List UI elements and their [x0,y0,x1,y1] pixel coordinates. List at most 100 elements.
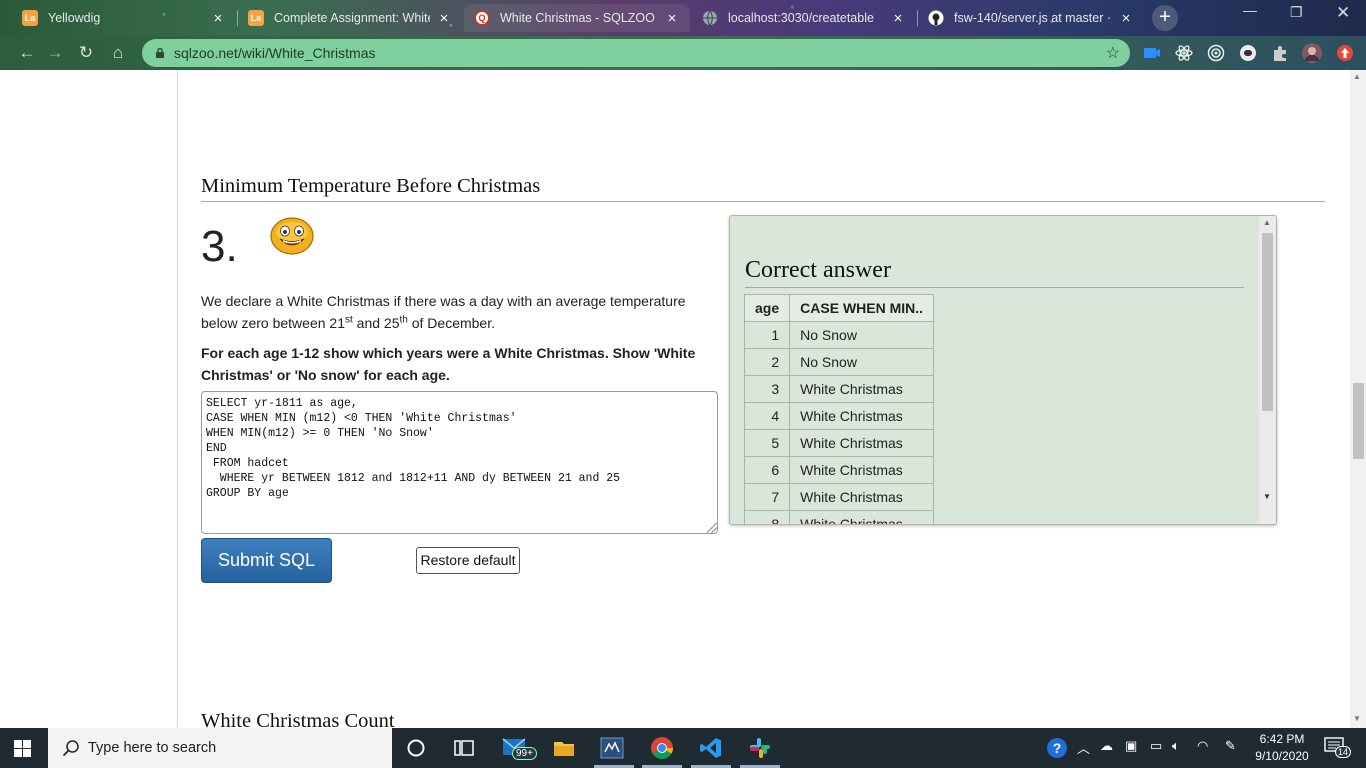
resize-grip-icon[interactable] [707,523,717,533]
svg-text:?: ? [1053,740,1062,756]
tab-white-christmas-sqlzoo[interactable]: Q White Christmas - SQLZOO × [464,4,690,32]
profile-avatar-icon[interactable] [1302,43,1322,63]
tab-close-icon[interactable]: × [1118,10,1134,27]
age-cell: 7 [743,483,791,511]
url-text: sqlzoo.net/wiki/White_Christmas [174,45,376,61]
table-row: 7 White Christmas [743,483,935,511]
onedrive-icon[interactable]: ☁ [1100,738,1113,754]
extensions-puzzle-icon[interactable] [1271,44,1289,62]
table-row: 1 No Snow [743,321,935,349]
age-cell: 5 [743,429,791,457]
volume-icon[interactable]: 🔈︎ [1172,738,1180,754]
tab-title: localhost:3030/createtable [728,11,874,25]
zoom-extension-icon[interactable] [1143,44,1161,62]
sql-editor[interactable] [201,391,718,534]
vscode-icon[interactable] [699,736,723,760]
tab-close-icon[interactable]: × [210,10,226,27]
minimize-icon[interactable]: — [1243,2,1257,18]
value-cell: White Christmas [789,510,935,524]
tab-github-server-js[interactable]: fsw-140/server.js at master · G × [918,4,1144,32]
value-cell: No Snow [789,321,935,349]
table-row: 5 White Christmas [743,429,935,457]
browser-tab-strip: La Yellowdig × La Complete Assignment: W… [0,0,1366,36]
reload-icon[interactable]: ↻ [75,42,97,64]
scrollbar-thumb[interactable] [1353,383,1364,459]
react-devtools-icon[interactable] [1175,44,1193,62]
table-row: 6 White Christmas [743,456,935,484]
tab-title: fsw-140/server.js at master · G [954,11,1112,25]
next-section-title: White Christmas Count [201,710,395,728]
restore-window-icon[interactable]: ❐ [1290,4,1303,21]
scroll-up-arrow-icon[interactable]: ▲ [1353,72,1361,81]
scroll-down-arrow-icon[interactable]: ▼ [1353,714,1361,723]
tab-title: Complete Assignment: White ( [274,11,430,25]
show-hidden-icons-chevron-icon[interactable]: ︿ [1077,738,1090,757]
table-row: 3 White Christmas [743,375,935,403]
value-cell: White Christmas [789,456,935,484]
answer-table: age CASE WHEN MIN.. 1 No Snow 2 No Snow 3W… [743,294,935,524]
smiley-face-icon [270,217,314,255]
page-scrollbar[interactable]: ▲ ▼ [1350,70,1366,728]
pen-workspace-icon[interactable]: ✎ [1225,738,1236,754]
question-description: We declare a White Christmas if there wa… [201,290,721,334]
device-icon[interactable]: ▣ [1125,738,1137,754]
page-content: Minimum Temperature Before Christmas 3. … [0,70,1350,728]
value-cell: White Christmas [789,429,935,457]
value-cell: No Snow [789,348,935,376]
age-cell: 8 [743,510,791,524]
slack-icon[interactable] [748,736,772,760]
ordinal-suffix: st [345,314,353,326]
scroll-up-arrow-icon[interactable]: ▲ [1263,218,1271,227]
mail-badge: 99+ [512,747,537,760]
table-row: 8 White Christmas [743,510,935,524]
update-available-icon[interactable] [1336,44,1354,62]
answer-scrollbar[interactable]: ▲ ▼ [1259,216,1276,524]
battery-icon[interactable]: ▭ [1150,738,1162,754]
submit-sql-button[interactable]: Submit SQL [201,538,332,583]
section-divider [201,201,1325,202]
system-clock[interactable]: 6:42 PM 9/10/2020 [1250,731,1314,765]
tab-close-icon[interactable]: × [664,10,680,27]
task-view-icon[interactable] [452,736,476,760]
age-cell: 2 [743,348,791,376]
new-tab-button[interactable]: + [1152,5,1178,31]
close-window-icon[interactable]: ✕ [1336,3,1350,23]
help-icon[interactable]: ? [1046,737,1068,759]
tab-yellowdig[interactable]: La Yellowdig × [12,4,236,32]
cortana-icon[interactable] [404,736,428,760]
tab-localhost-createtable[interactable]: localhost:3030/createtable × [692,4,916,32]
sql-server-app-icon[interactable] [600,736,624,760]
tab-complete-assignment[interactable]: La Complete Assignment: White ( × [238,4,462,32]
description-text: and 25 [352,315,400,331]
file-explorer-icon[interactable] [552,736,576,760]
restore-default-button[interactable]: Restore default [416,547,520,574]
wifi-icon[interactable]: ◠ [1197,738,1208,754]
table-row: 4 White Christmas [743,402,935,430]
tab-close-icon[interactable]: × [890,10,906,27]
windows-taskbar: Type here to search 99+ ? ︿ ☁ ▣ ▭ 🔈︎ ◠ ✎… [0,728,1366,768]
chrome-icon[interactable] [650,736,674,760]
address-bar[interactable]: sqlzoo.net/wiki/White_Christmas ☆ [142,39,1130,67]
forward-icon[interactable]: → [44,42,66,64]
age-cell: 3 [743,375,791,403]
windows-start-icon[interactable] [14,740,31,757]
answer-divider [745,287,1244,288]
age-cell: 1 [743,321,791,349]
answer-title: Correct answer [745,257,891,283]
toggle-extension-icon[interactable] [1239,44,1257,62]
target-extension-icon[interactable] [1207,44,1225,62]
tab-close-icon[interactable]: × [436,10,452,27]
taskbar-search-input[interactable]: Type here to search [48,728,392,768]
value-cell: White Christmas [789,375,935,403]
home-icon[interactable]: ⌂ [107,42,129,64]
bookmark-star-icon[interactable]: ☆ [1106,43,1120,63]
lock-icon [156,47,164,58]
scroll-down-arrow-icon[interactable]: ▼ [1263,492,1271,501]
scrollbar-thumb[interactable] [1262,233,1273,411]
la-favicon-icon: La [248,10,264,26]
browser-toolbar: ← → ↻ ⌂ sqlzoo.net/wiki/White_Christmas … [0,36,1366,70]
mail-app-button[interactable]: 99+ [502,734,538,764]
action-center-button[interactable]: 14 [1324,737,1352,761]
back-icon[interactable]: ← [16,42,38,64]
tab-title: White Christmas - SQLZOO [500,11,655,25]
